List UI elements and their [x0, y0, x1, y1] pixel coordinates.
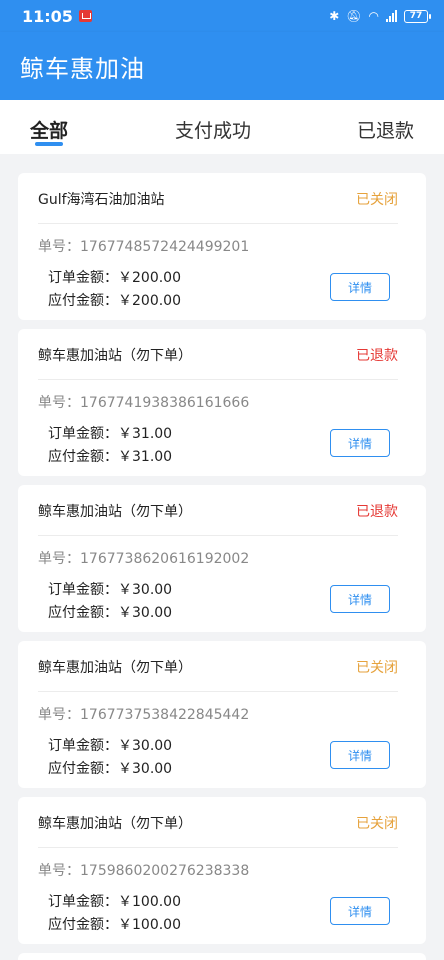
order-status: 已关闭 [356, 660, 398, 676]
order-card-partial [18, 953, 426, 960]
order-number-value: 1767737538422845442 [80, 707, 250, 723]
payable-amount-label: 应付金额： [48, 605, 118, 621]
order-amount-value: ￥31.00 [118, 426, 173, 442]
order-amount-value: ￥30.00 [118, 738, 173, 754]
order-number-label: 单号： [38, 863, 80, 879]
order-card[interactable]: Gulf海湾石油加油站 已关闭 单号：1767748572424499201 订… [18, 173, 426, 320]
payable-amount-label: 应付金额： [48, 449, 118, 465]
station-name: 鲸车惠加油站（勿下单） [38, 504, 192, 520]
status-right: ✱ 🔕︎ ◠ 77 [329, 9, 431, 23]
page-title: 鲸车惠加油 [20, 54, 145, 83]
order-card[interactable]: 鲸车惠加油站（勿下单） 已退款 单号：1767738620616192002 订… [18, 485, 426, 632]
order-number-value: 1767748572424499201 [80, 239, 250, 255]
order-number-label: 单号： [38, 395, 80, 411]
order-number: 单号：1767738620616192002 [38, 548, 249, 568]
status-bar: 11:05 ✱ 🔕︎ ◠ 77 [0, 0, 444, 32]
payable-amount-label: 应付金额： [48, 761, 118, 777]
payable-amount-value: ￥200.00 [118, 293, 181, 309]
order-amount-value: ￥200.00 [118, 270, 181, 286]
order-number-value: 1767738620616192002 [80, 551, 250, 567]
order-number-value: 1767741938386161666 [80, 395, 250, 411]
tab-refunded[interactable]: 已退款 [357, 116, 414, 143]
signal-icon [386, 10, 397, 22]
status-time: 11:05 [22, 6, 73, 26]
status-left: 11:05 [22, 7, 92, 26]
tab-paid[interactable]: 支付成功 [175, 116, 251, 143]
order-list: Gulf海湾石油加油站 已关闭 单号：1767748572424499201 订… [18, 173, 426, 960]
payable-amount-value: ￥31.00 [118, 449, 173, 465]
payable-amount-label: 应付金额： [48, 917, 118, 933]
mute-bell-icon: 🔕︎ [346, 9, 362, 23]
order-amount: 订单金额：￥200.00 [48, 267, 181, 287]
battery-level: 77 [409, 11, 423, 21]
app-bar: 鲸车惠加油 [0, 32, 444, 100]
order-amount-label: 订单金额： [48, 270, 118, 286]
detail-button[interactable]: 详情 [330, 429, 390, 457]
order-status: 已退款 [356, 504, 398, 520]
order-amount: 订单金额：￥30.00 [48, 579, 172, 599]
detail-button[interactable]: 详情 [330, 585, 390, 613]
station-name: 鲸车惠加油站（勿下单） [38, 660, 192, 676]
detail-button[interactable]: 详情 [330, 273, 390, 301]
order-amount-value: ￥30.00 [118, 582, 173, 598]
payable-amount-value: ￥100.00 [118, 917, 181, 933]
order-card-header: 鲸车惠加油站（勿下单） 已关闭 [38, 813, 398, 833]
payable-amount-value: ￥30.00 [118, 605, 173, 621]
order-amount-label: 订单金额： [48, 582, 118, 598]
divider [38, 535, 398, 536]
divider [38, 223, 398, 224]
detail-button[interactable]: 详情 [330, 897, 390, 925]
payable-amount-value: ￥30.00 [118, 761, 173, 777]
detail-button[interactable]: 详情 [330, 741, 390, 769]
battery-icon: 77 [404, 9, 431, 23]
divider [38, 847, 398, 848]
order-amount-label: 订单金额： [48, 426, 118, 442]
order-card-header: 鲸车惠加油站（勿下单） 已退款 [38, 501, 398, 521]
order-number-label: 单号： [38, 551, 80, 567]
station-name: 鲸车惠加油站（勿下单） [38, 816, 192, 832]
order-amount: 订单金额：￥30.00 [48, 735, 172, 755]
order-amount: 订单金额：￥31.00 [48, 423, 172, 443]
order-status: 已关闭 [356, 816, 398, 832]
station-name: 鲸车惠加油站（勿下单） [38, 348, 192, 364]
order-card-header: Gulf海湾石油加油站 已关闭 [38, 189, 398, 209]
order-number: 单号：1767748572424499201 [38, 236, 249, 256]
payable-amount-label: 应付金额： [48, 293, 118, 309]
order-number: 单号：1759860200276238338 [38, 860, 249, 880]
payable-amount: 应付金额：￥31.00 [48, 446, 172, 466]
order-number-label: 单号： [38, 707, 80, 723]
order-amount: 订单金额：￥100.00 [48, 891, 181, 911]
order-card-header: 鲸车惠加油站（勿下单） 已关闭 [38, 657, 398, 677]
tab-all[interactable]: 全部 [30, 116, 68, 143]
order-amount-label: 订单金额： [48, 894, 118, 910]
order-status: 已退款 [356, 348, 398, 364]
order-amount-value: ￥100.00 [118, 894, 181, 910]
order-card-header: 鲸车惠加油站（勿下单） 已退款 [38, 345, 398, 365]
payable-amount: 应付金额：￥100.00 [48, 914, 181, 934]
divider [38, 691, 398, 692]
order-card[interactable]: 鲸车惠加油站（勿下单） 已退款 单号：1767741938386161666 订… [18, 329, 426, 476]
order-amount-label: 订单金额： [48, 738, 118, 754]
order-card[interactable]: 鲸车惠加油站（勿下单） 已关闭 单号：1759860200276238338 订… [18, 797, 426, 944]
payable-amount: 应付金额：￥30.00 [48, 602, 172, 622]
shopping-app-icon [78, 10, 92, 22]
order-number-label: 单号： [38, 239, 80, 255]
order-tabs: 全部 支付成功 已退款 [0, 100, 444, 154]
order-number-value: 1759860200276238338 [80, 863, 250, 879]
order-card[interactable]: 鲸车惠加油站（勿下单） 已关闭 单号：1767737538422845442 订… [18, 641, 426, 788]
order-number: 单号：1767741938386161666 [38, 392, 249, 412]
station-name: Gulf海湾石油加油站 [38, 192, 165, 208]
bluetooth-icon: ✱ [329, 9, 340, 23]
payable-amount: 应付金额：￥30.00 [48, 758, 172, 778]
payable-amount: 应付金额：￥200.00 [48, 290, 181, 310]
wifi-icon: ◠ [368, 9, 379, 23]
order-number: 单号：1767737538422845442 [38, 704, 249, 724]
tab-active-indicator [35, 142, 63, 146]
order-status: 已关闭 [356, 192, 398, 208]
divider [38, 379, 398, 380]
